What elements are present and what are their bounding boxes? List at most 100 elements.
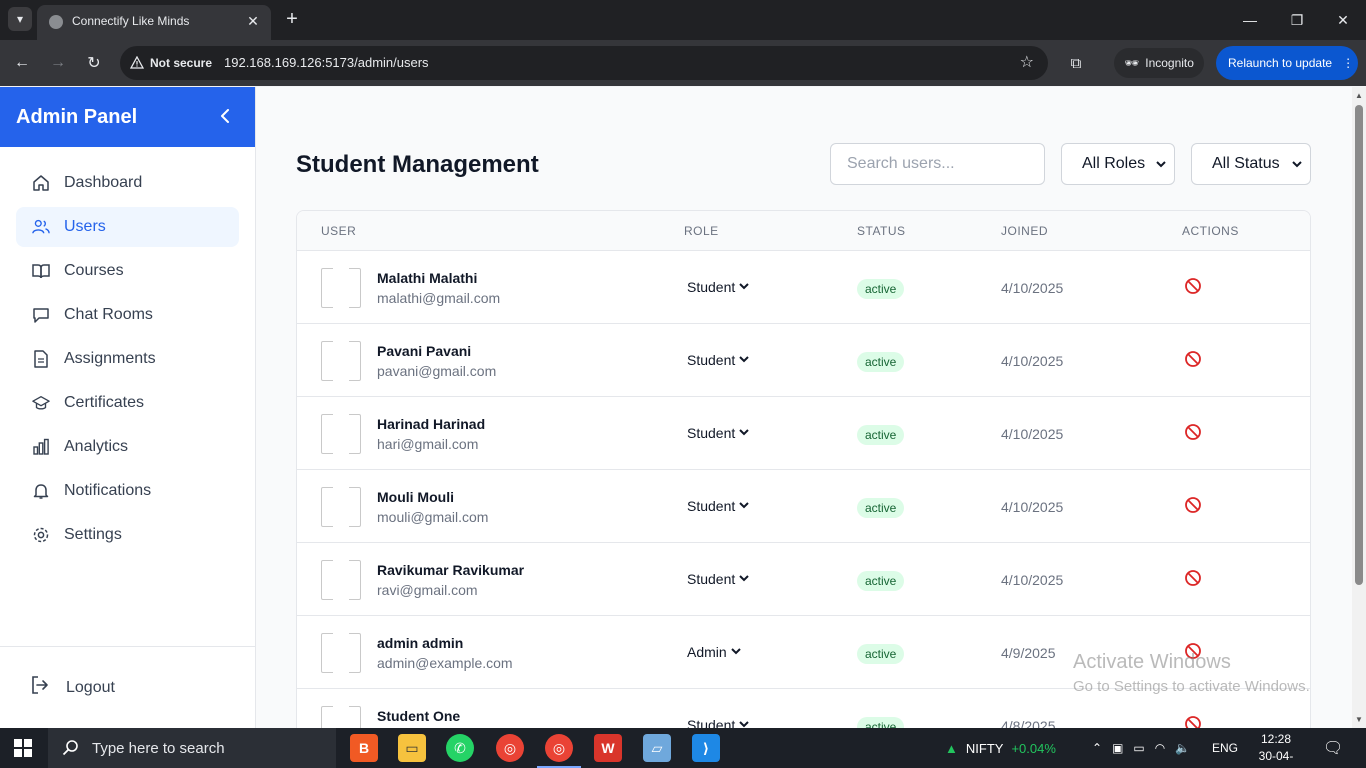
- role-select[interactable]: Student: [687, 498, 749, 514]
- avatar: [321, 341, 361, 381]
- sidebar-item-label: Chat Rooms: [64, 306, 153, 323]
- chrome-incognito-icon[interactable]: ◎: [537, 734, 581, 768]
- role-select[interactable]: Student: [687, 717, 749, 728]
- taskbar-search-placeholder: Type here to search: [92, 739, 225, 757]
- collapse-sidebar-icon[interactable]: [219, 107, 231, 128]
- ban-user-icon[interactable]: [1184, 569, 1202, 587]
- address-bar[interactable]: Not secure 192.168.169.126:5173/admin/us…: [120, 46, 1048, 80]
- relaunch-button[interactable]: Relaunch to update ⋮: [1216, 46, 1358, 80]
- joined-date: 4/10/2025: [1001, 499, 1064, 515]
- minimize-icon[interactable]: —: [1238, 8, 1262, 32]
- security-indicator[interactable]: Not secure: [130, 53, 212, 73]
- bookmark-star-icon[interactable]: ☆: [1020, 52, 1034, 72]
- volume-icon[interactable]: 🔈: [1175, 741, 1190, 755]
- scrollbar-thumb[interactable]: [1355, 105, 1363, 585]
- more-menu-icon[interactable]: ⋮: [1342, 56, 1354, 70]
- browser-tab-bar: ▾ Connectify Like Minds ✕ + — ❐ ✕: [0, 0, 1366, 40]
- role-select[interactable]: Student: [687, 352, 749, 368]
- user-name: admin admin: [377, 635, 464, 651]
- clock-time: 12:28: [1260, 732, 1292, 746]
- forward-icon[interactable]: →: [46, 51, 70, 75]
- user-name: Student One: [377, 708, 461, 724]
- file-explorer-icon[interactable]: ▭: [398, 734, 426, 762]
- stock-ticker[interactable]: ▲ NIFTY +0.04%: [945, 728, 1056, 768]
- window-close-icon[interactable]: ✕: [1331, 8, 1355, 32]
- role-select[interactable]: Student: [687, 425, 749, 441]
- scroll-up-icon[interactable]: ▲: [1355, 91, 1363, 100]
- meet-icon[interactable]: ▣: [1112, 741, 1123, 755]
- chevron-down-icon: [739, 355, 749, 366]
- chevron-down-icon: [1292, 155, 1302, 173]
- table-row: Ravikumar Ravikumar ravi@gmail.com Stude…: [297, 543, 1310, 616]
- tab-title: Connectify Like Minds: [72, 14, 190, 28]
- warning-icon: [130, 56, 144, 69]
- brave-browser-icon[interactable]: B: [350, 734, 378, 762]
- notifications-icon[interactable]: 🗨: [1323, 728, 1343, 768]
- joined-date: 4/10/2025: [1001, 426, 1064, 442]
- sidebar-item-users[interactable]: Users: [16, 207, 239, 247]
- tab-search-icon[interactable]: ▾: [8, 7, 32, 31]
- browser-tab[interactable]: Connectify Like Minds ✕: [37, 5, 271, 40]
- role-filter-select[interactable]: All Roles: [1061, 143, 1175, 185]
- trend-up-icon: ▲: [945, 740, 958, 756]
- sidebar-item-dashboard[interactable]: Dashboard: [16, 163, 239, 203]
- ban-user-icon[interactable]: [1184, 715, 1202, 728]
- sidebar-item-analytics[interactable]: Analytics: [16, 427, 239, 467]
- column-header-joined: JOINED: [1001, 224, 1049, 238]
- language-indicator[interactable]: ENG: [1212, 728, 1238, 768]
- page-scrollbar[interactable]: ▲ ▼: [1352, 87, 1366, 728]
- tab-close-icon[interactable]: ✕: [243, 11, 263, 31]
- favicon-icon: [49, 15, 63, 29]
- bar-chart-icon: [32, 438, 50, 456]
- clock[interactable]: 12:28 30-04-2025: [1246, 731, 1306, 768]
- search-input[interactable]: [830, 143, 1045, 185]
- sidebar-item-settings[interactable]: Settings: [16, 515, 239, 555]
- whatsapp-icon[interactable]: ✆: [446, 734, 474, 762]
- main-content: Student Management All Roles All Status …: [256, 87, 1352, 728]
- extensions-icon[interactable]: ⧉: [1064, 51, 1088, 75]
- ban-user-icon[interactable]: [1184, 496, 1202, 514]
- role-select[interactable]: Student: [687, 571, 749, 587]
- battery-icon[interactable]: ▭: [1133, 741, 1144, 755]
- wps-office-icon[interactable]: W: [594, 734, 622, 762]
- logout-button[interactable]: Logout: [0, 646, 255, 728]
- scroll-down-icon[interactable]: ▼: [1355, 715, 1363, 724]
- restore-icon[interactable]: ❐: [1285, 8, 1309, 32]
- system-tray[interactable]: ⌃ ▣ ▭ ◠ 🔈: [1092, 728, 1190, 768]
- sidebar-item-assignments[interactable]: Assignments: [16, 339, 239, 379]
- status-badge: active: [857, 644, 905, 664]
- sidebar-item-chat-rooms[interactable]: Chat Rooms: [16, 295, 239, 335]
- ban-user-icon[interactable]: [1184, 423, 1202, 441]
- sidebar-item-label: Users: [64, 218, 106, 235]
- new-tab-icon[interactable]: +: [281, 8, 303, 30]
- table-row: Mouli Mouli mouli@gmail.com Student acti…: [297, 470, 1310, 543]
- status-filter-value: All Status: [1212, 155, 1280, 172]
- ban-user-icon[interactable]: [1184, 350, 1202, 368]
- ban-user-icon[interactable]: [1184, 277, 1202, 295]
- role-filter-value: All Roles: [1082, 155, 1146, 172]
- chevron-up-icon[interactable]: ⌃: [1092, 741, 1102, 755]
- sidebar-nav: Dashboard Users Courses Chat Rooms Assig…: [0, 147, 255, 555]
- role-value: Student: [687, 425, 736, 441]
- chrome-icon[interactable]: ◎: [496, 734, 524, 762]
- sidebar-item-label: Analytics: [64, 438, 129, 455]
- taskbar-search[interactable]: Type here to search: [48, 728, 336, 768]
- role-select[interactable]: Student: [687, 279, 749, 295]
- back-icon[interactable]: ←: [10, 51, 34, 75]
- reload-icon[interactable]: ↻: [82, 51, 106, 75]
- windows-start-icon[interactable]: [14, 739, 32, 757]
- status-filter-select[interactable]: All Status: [1191, 143, 1311, 185]
- search-icon: [62, 740, 78, 756]
- user-name: Malathi Malathi: [377, 270, 478, 286]
- vscode-icon[interactable]: ⟩: [692, 734, 720, 762]
- role-value: Admin: [687, 644, 727, 660]
- role-value: Student: [687, 571, 736, 587]
- notes-app-icon[interactable]: ▱: [643, 734, 671, 762]
- sidebar-item-notifications[interactable]: Notifications: [16, 471, 239, 511]
- gear-icon: [32, 526, 50, 544]
- wifi-icon[interactable]: ◠: [1155, 741, 1165, 755]
- sidebar-item-certificates[interactable]: Certificates: [16, 383, 239, 423]
- role-select[interactable]: Admin: [687, 644, 741, 660]
- incognito-indicator[interactable]: 🕶 Incognito: [1114, 48, 1204, 78]
- sidebar-item-courses[interactable]: Courses: [16, 251, 239, 291]
